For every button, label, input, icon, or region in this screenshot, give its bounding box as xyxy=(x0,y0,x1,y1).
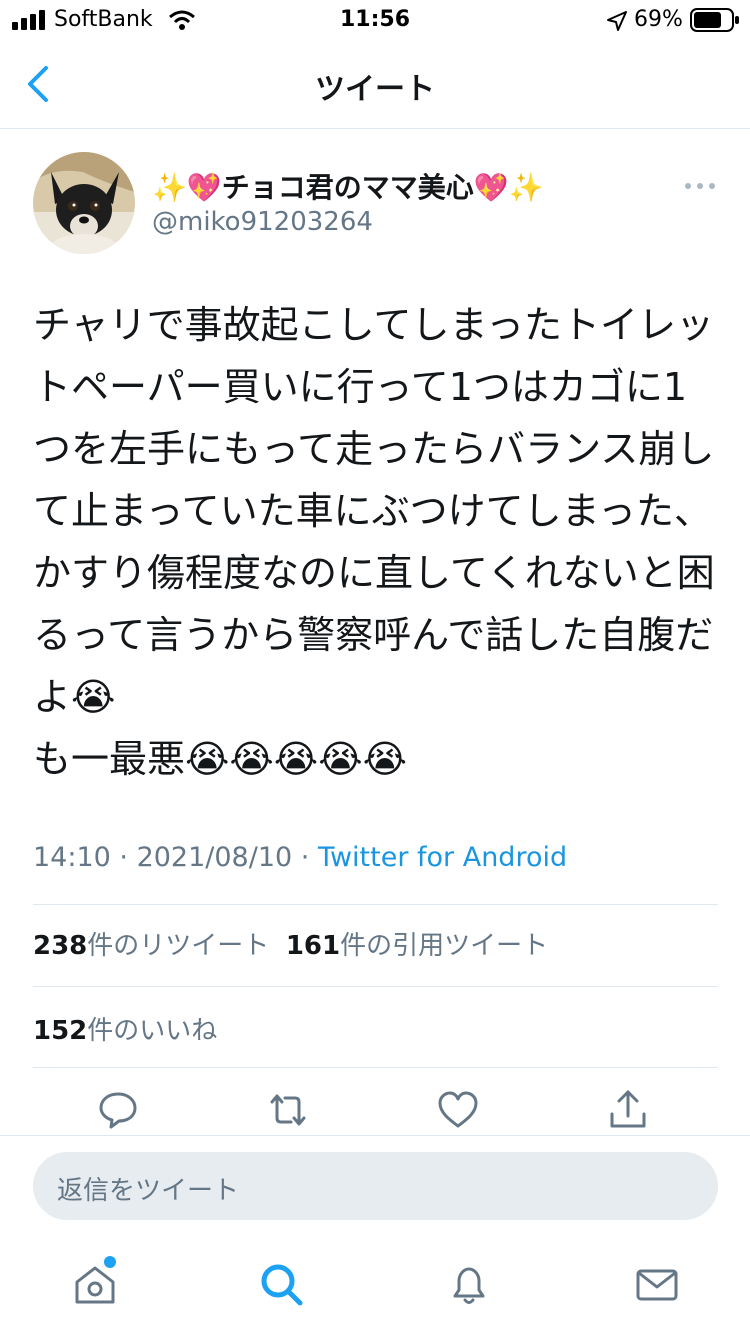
retweet-stats[interactable]: 238件のリツイート 161件の引用ツイート xyxy=(33,925,548,962)
user-handle[interactable]: @miko91203264 xyxy=(152,207,373,237)
nav-bar: ツイート xyxy=(0,40,750,129)
divider xyxy=(33,986,718,987)
divider xyxy=(33,904,718,905)
location-icon xyxy=(607,11,627,31)
quote-label: 件の引用ツイート xyxy=(340,931,549,961)
avatar[interactable] xyxy=(33,152,135,254)
battery-percentage: 69% xyxy=(634,7,683,32)
tweet-source-link[interactable]: Twitter for Android xyxy=(318,842,567,873)
tweet-text: チャリで事故起こしてしまったトイレットペーパー買いに行って1つはカゴに1つを左手… xyxy=(33,303,715,781)
tweet-time: 14:10 xyxy=(33,842,111,873)
page-title: ツイート xyxy=(315,72,435,107)
home-icon[interactable] xyxy=(72,1262,118,1308)
share-icon[interactable] xyxy=(606,1088,650,1132)
status-bar: SoftBank 11:56 69% xyxy=(0,0,750,40)
reply-icon[interactable] xyxy=(96,1088,140,1132)
like-label: 件のいいね xyxy=(87,1016,218,1046)
divider xyxy=(33,1067,718,1068)
tweet-date: 2021/08/10 xyxy=(136,842,293,873)
tweet-meta: 14:10 · 2021/08/10 · Twitter for Android xyxy=(33,842,568,873)
reply-placeholder: 返信をツイート xyxy=(57,1176,240,1206)
messages-icon[interactable] xyxy=(634,1262,680,1308)
notification-dot xyxy=(104,1256,116,1268)
like-stats[interactable]: 152件のいいね xyxy=(33,1010,217,1047)
reply-input[interactable]: 返信をツイート xyxy=(33,1152,718,1220)
search-icon[interactable] xyxy=(259,1262,305,1308)
like-icon[interactable] xyxy=(436,1088,480,1132)
retweet-label: 件のリツイート xyxy=(87,931,270,961)
display-name[interactable]: ✨💖チョコ君のママ美心💖✨ xyxy=(152,166,543,206)
divider xyxy=(0,1135,750,1136)
like-count: 152 xyxy=(33,1016,88,1046)
battery-icon xyxy=(690,8,739,32)
more-icon[interactable] xyxy=(684,176,716,196)
retweet-icon[interactable] xyxy=(266,1088,310,1132)
notifications-icon[interactable] xyxy=(446,1262,492,1308)
retweet-count: 238 xyxy=(33,931,88,961)
quote-count: 161 xyxy=(285,931,341,961)
